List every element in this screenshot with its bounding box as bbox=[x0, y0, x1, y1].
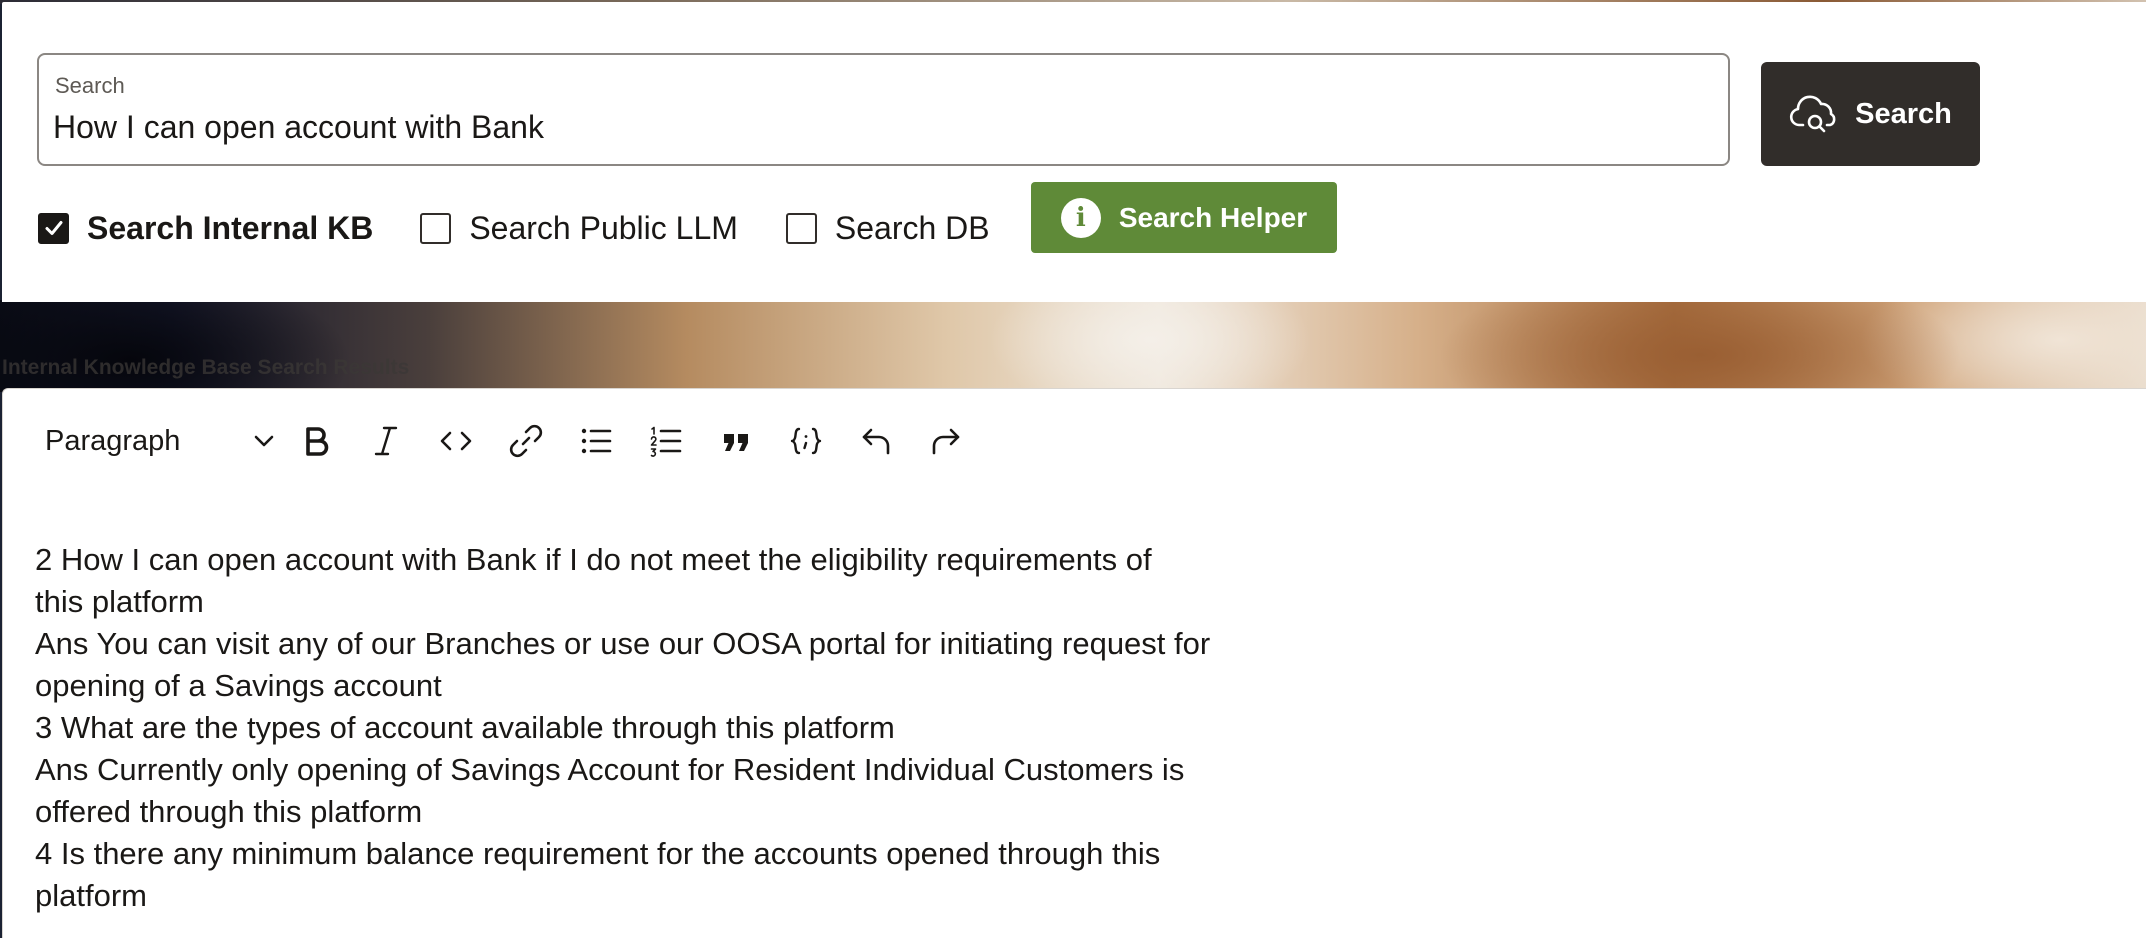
blockquote-button[interactable] bbox=[707, 415, 765, 467]
link-icon bbox=[509, 424, 543, 458]
block-format-dropdown[interactable]: Paragraph bbox=[27, 415, 287, 467]
content-line: 3 What are the types of account availabl… bbox=[35, 710, 895, 745]
bold-button[interactable] bbox=[287, 415, 345, 467]
link-button[interactable] bbox=[497, 415, 555, 467]
rich-text-editor[interactable]: Paragraph 2 How I can open account with … bbox=[2, 388, 2146, 938]
search-input[interactable] bbox=[53, 107, 1653, 147]
bulleted-list-button[interactable] bbox=[567, 415, 625, 467]
search-internal-kb-label: Search Internal KB bbox=[87, 209, 374, 246]
content-line: opening of a Savings account bbox=[35, 668, 442, 703]
code-block-button[interactable] bbox=[777, 415, 835, 467]
content-line: 4 Is there any minimum balance requireme… bbox=[35, 836, 1161, 871]
search-field-label: Search bbox=[55, 73, 125, 98]
redo-icon bbox=[932, 428, 960, 455]
search-internal-kb-option[interactable]: Search Internal KB bbox=[38, 210, 373, 247]
bulleted-list-icon bbox=[581, 428, 612, 454]
search-db-label: Search DB bbox=[834, 209, 990, 246]
numbered-list-icon bbox=[650, 426, 682, 457]
chevron-down-icon bbox=[254, 435, 274, 447]
content-line: 2 How I can open account with Bank if I … bbox=[35, 542, 1152, 577]
redo-button[interactable] bbox=[917, 415, 975, 467]
content-line: platform bbox=[35, 878, 147, 913]
cloud-search-icon bbox=[1790, 95, 1836, 133]
content-line: Ans You can visit any of our Branches or… bbox=[35, 626, 1211, 661]
italic-icon bbox=[374, 426, 398, 456]
content-line: offered through this platform bbox=[35, 794, 423, 829]
code-icon bbox=[440, 431, 472, 451]
bold-icon bbox=[306, 427, 329, 456]
search-internal-kb-checkbox[interactable] bbox=[38, 212, 69, 244]
undo-button[interactable] bbox=[847, 415, 905, 467]
block-format-value: Paragraph bbox=[45, 424, 181, 457]
code-block-icon bbox=[790, 427, 822, 455]
undo-icon bbox=[862, 428, 890, 455]
italic-button[interactable] bbox=[357, 415, 415, 467]
search-field[interactable]: Search bbox=[37, 53, 1730, 166]
numbered-list-button[interactable] bbox=[637, 415, 695, 467]
content-line: Ans Currently only opening of Savings Ac… bbox=[35, 752, 1185, 787]
search-db-option[interactable]: Search DB bbox=[785, 209, 990, 247]
search-panel: Search Search Search Internal KB Search … bbox=[2, 2, 2146, 302]
editor-content[interactable]: 2 How I can open account with Bank if I … bbox=[35, 539, 1275, 917]
search-helper-label: Search Helper bbox=[1118, 201, 1308, 233]
search-button[interactable]: Search bbox=[1761, 62, 1980, 166]
search-db-checkbox[interactable] bbox=[785, 212, 817, 244]
info-icon: i bbox=[1060, 197, 1101, 238]
content-line: this platform bbox=[35, 584, 204, 619]
editor-toolbar: Paragraph bbox=[27, 411, 975, 471]
search-button-label: Search bbox=[1855, 97, 1952, 130]
checkmark-icon bbox=[45, 221, 62, 235]
blockquote-icon bbox=[724, 434, 748, 451]
code-button[interactable] bbox=[427, 415, 485, 467]
search-public-llm-option[interactable]: Search Public LLM bbox=[420, 210, 738, 247]
search-public-llm-label: Search Public LLM bbox=[469, 209, 738, 246]
search-public-llm-checkbox[interactable] bbox=[420, 212, 452, 244]
results-section-label: Internal Knowledge Base Search Results bbox=[2, 356, 410, 379]
search-helper-button[interactable]: i Search Helper bbox=[1031, 182, 1337, 253]
search-source-options: Search Internal KB Search Public LLM Sea… bbox=[38, 205, 990, 251]
